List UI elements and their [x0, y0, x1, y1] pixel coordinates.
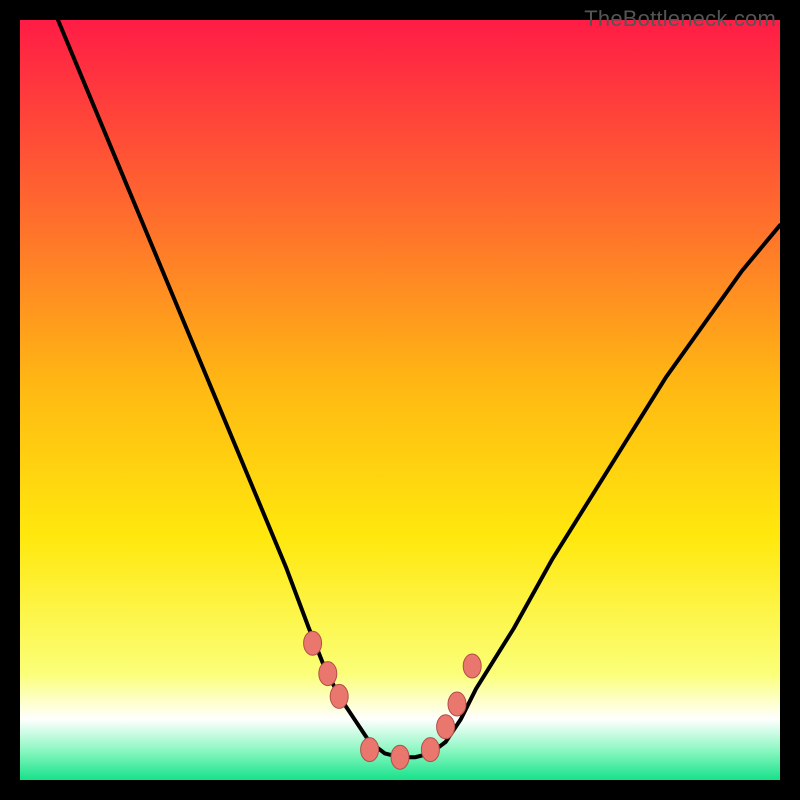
marker-group [304, 631, 482, 769]
curve-marker [304, 631, 322, 655]
curve-marker [463, 654, 481, 678]
watermark-text: TheBottleneck.com [584, 6, 776, 32]
curve-layer [20, 20, 780, 780]
curve-marker [448, 692, 466, 716]
plot-area [20, 20, 780, 780]
curve-marker [330, 684, 348, 708]
chart-frame: TheBottleneck.com [0, 0, 800, 800]
curve-marker [391, 745, 409, 769]
curve-marker [361, 738, 379, 762]
bottleneck-curve [58, 20, 780, 757]
curve-marker [319, 662, 337, 686]
curve-marker [421, 738, 439, 762]
curve-marker [437, 715, 455, 739]
